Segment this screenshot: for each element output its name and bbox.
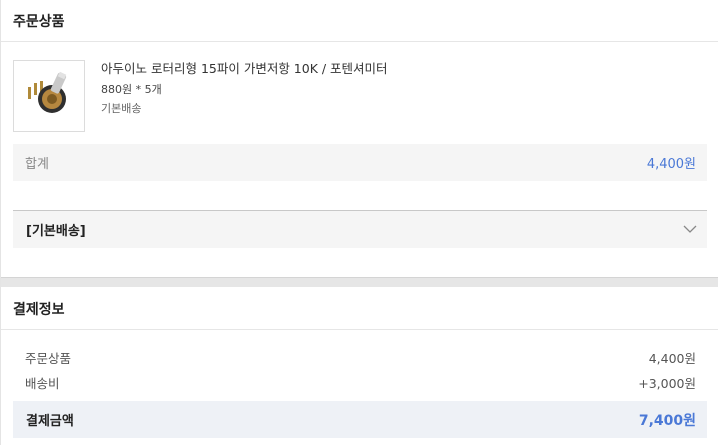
order-total-value: 4,400원 (646, 157, 696, 172)
payment-info-header: 결제정보 (1, 288, 718, 330)
payment-info-title: 결제정보 (13, 301, 65, 318)
order-total-box: 합계 4,400원 (13, 144, 707, 181)
payment-shipping-label: 배송비 (25, 376, 60, 391)
payment-items-value: 4,400원 (648, 351, 696, 366)
product-price-qty: 880원 * 5개 (101, 83, 162, 96)
order-total-label: 합계 (25, 157, 49, 172)
left-border (0, 0, 1, 445)
product-shipping-method: 기본배송 (101, 102, 142, 115)
shipping-group-label: [기본배송] (26, 224, 86, 239)
section-divider (1, 277, 718, 287)
product-thumbnail[interactable] (13, 60, 85, 132)
payment-row-shipping: 배송비 +3,000원 (25, 373, 696, 392)
shipping-group-toggle[interactable]: [기본배송] (13, 210, 707, 248)
order-items-header: 주문상품 (1, 0, 718, 42)
order-items-title: 주문상품 (13, 13, 65, 30)
payment-shipping-value: +3,000원 (638, 376, 696, 391)
product-name[interactable]: 아두이노 로터리형 15파이 가변저항 10K / 포텐셔미터 (101, 58, 388, 77)
payment-total-box: 결제금액 7,400원 (13, 401, 707, 438)
potentiometer-image (28, 71, 67, 113)
payment-items-label: 주문상품 (25, 351, 72, 366)
payment-total-label: 결제금액 (26, 414, 74, 429)
chevron-down-icon (683, 225, 697, 233)
payment-total-value: 7,400원 (638, 412, 696, 429)
payment-row-items: 주문상품 4,400원 (25, 348, 696, 367)
